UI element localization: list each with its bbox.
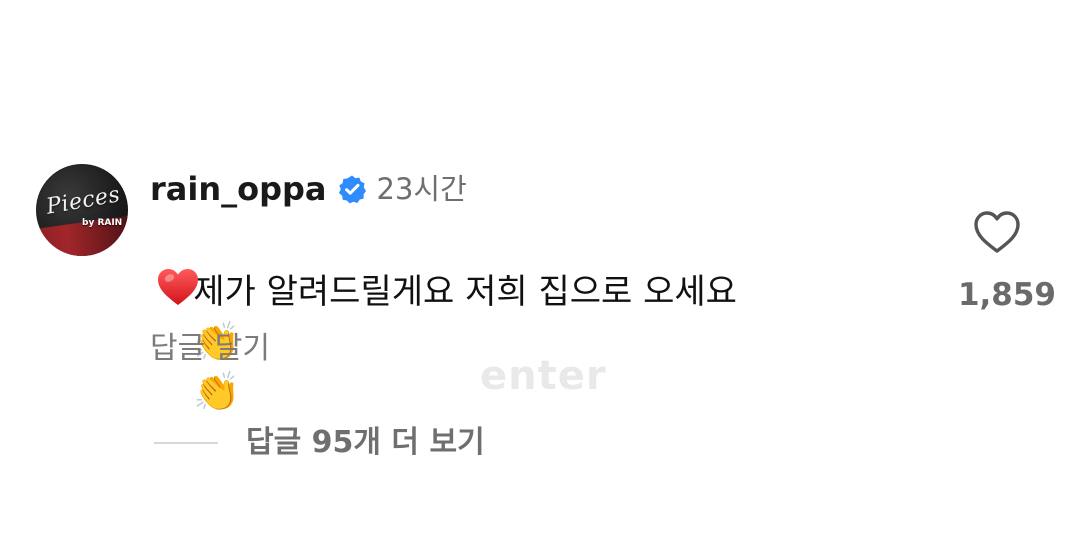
like-count: 1,859 [957, 277, 1056, 313]
view-replies-button[interactable]: 답글 95개 더 보기 [154, 428, 485, 458]
avatar-logo-text: Pieces [44, 182, 123, 220]
avatar-logo-sub: by RAIN [82, 218, 123, 228]
view-replies-label: 답글 95개 더 보기 [246, 425, 485, 460]
reply-button[interactable]: 답글 달기 [150, 334, 270, 364]
replies-divider-line [154, 442, 218, 444]
comment-text: 제가 알려드릴게요 저희 집으로 오세요 [193, 272, 737, 312]
comment-header: rain_oppa 23시간 [150, 170, 467, 208]
like-button[interactable] [972, 209, 1022, 255]
heart-outline-icon [974, 211, 1020, 253]
comment-time: 23시간 [376, 171, 467, 206]
clapping-hands-emoji: 👏 [193, 369, 241, 413]
comment-card: Pieces by RAIN rain_oppa 23시간 제가 알려드릴게요 … [36, 164, 1056, 524]
username-link[interactable]: rain_oppa [150, 173, 327, 205]
red-heart-emoji [154, 263, 202, 311]
avatar[interactable]: Pieces by RAIN [36, 164, 128, 256]
watermark-text: enter [480, 353, 607, 399]
verified-badge-icon [337, 174, 367, 204]
